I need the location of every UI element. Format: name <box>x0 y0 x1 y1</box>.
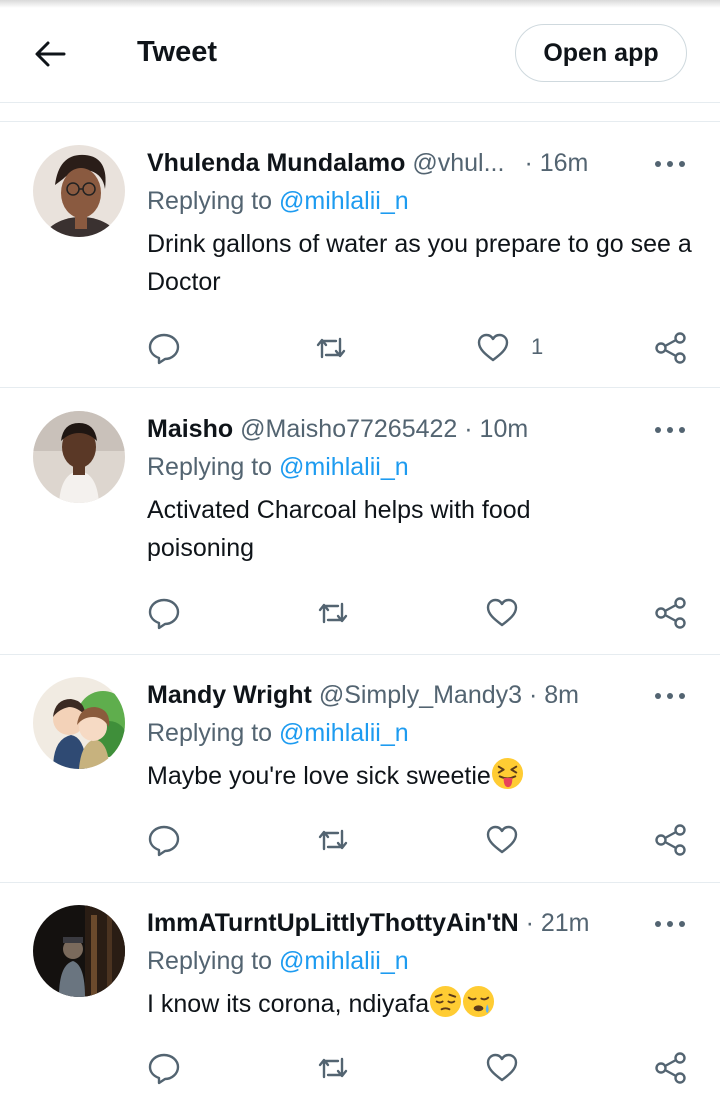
sleepy-face-emoji-icon <box>463 985 495 1018</box>
avatar[interactable] <box>33 677 125 769</box>
tweet-text: I know its corona, ndiyafa <box>147 990 430 1018</box>
back-arrow-icon[interactable] <box>30 38 70 70</box>
tweet-author-line: Mandy Wright @Simply_Mandy3 · 8m <box>147 677 579 713</box>
replying-to-handle[interactable]: @mihlalii_n <box>279 187 409 215</box>
more-icon[interactable] <box>654 159 686 169</box>
replying-to: Replying to @mihlalii_n <box>147 187 409 216</box>
author-handle[interactable]: @Simply_Mandy3 <box>319 681 522 710</box>
author-handle[interactable]: @Maisho77265422 <box>240 415 457 444</box>
tweet-time[interactable]: · 10m <box>457 415 528 444</box>
avatar[interactable] <box>33 145 125 237</box>
tweet-author-line: ImmATurntUpLittlyThottyAin'tN · 21m <box>147 905 589 941</box>
replying-to-prefix: Replying to <box>147 947 280 975</box>
divider <box>0 121 720 122</box>
author-handle[interactable]: @vhul... <box>412 149 504 178</box>
author-name[interactable]: Mandy Wright <box>147 681 312 710</box>
squinting-tongue-emoji-icon <box>491 757 523 790</box>
share-icon[interactable] <box>654 596 688 630</box>
tweet-text: Activated Charcoal helps with food poiso… <box>147 496 531 562</box>
more-icon[interactable] <box>654 691 686 701</box>
replying-to-prefix: Replying to <box>147 719 280 747</box>
like-count: 1 <box>531 334 544 359</box>
author-name[interactable]: Maisho <box>147 415 233 444</box>
more-icon[interactable] <box>654 919 686 929</box>
retweet-icon[interactable] <box>314 331 348 365</box>
author-name[interactable]: ImmATurntUpLittlyThottyAin'tN <box>147 909 519 938</box>
avatar[interactable] <box>33 411 125 503</box>
heart-icon[interactable] <box>476 331 510 365</box>
share-icon[interactable] <box>654 1051 688 1085</box>
avatar[interactable] <box>33 905 125 997</box>
author-name[interactable]: Vhulenda Mundalamo <box>147 149 405 178</box>
reply-icon[interactable] <box>147 1051 181 1085</box>
tweet-author-line: Vhulenda Mundalamo @vhul... · 16m <box>147 145 588 181</box>
pensive-face-emoji-icon <box>430 985 462 1018</box>
replying-to-handle[interactable]: @mihlalii_n <box>279 947 409 975</box>
tweet-text-line: Maybe you're love sick sweetie <box>147 757 697 795</box>
reply-icon[interactable] <box>147 823 181 857</box>
replying-to: Replying to @mihlalii_n <box>147 453 409 482</box>
replying-to-handle[interactable]: @mihlalii_n <box>279 453 409 481</box>
retweet-icon[interactable] <box>316 596 350 630</box>
open-app-button[interactable]: Open app <box>515 24 687 82</box>
replying-to-handle[interactable]: @mihlalii_n <box>279 719 409 747</box>
replying-to-prefix: Replying to <box>147 453 280 481</box>
tweet-text: Maybe you're love sick sweetie <box>147 762 491 790</box>
tweet-time[interactable]: · 8m <box>522 681 579 710</box>
tweet-text-line: I know its corona, ndiyafa <box>147 985 697 1023</box>
heart-icon[interactable] <box>485 823 519 857</box>
page-title: Tweet <box>137 36 218 68</box>
divider <box>0 102 720 103</box>
replying-to: Replying to @mihlalii_n <box>147 719 409 748</box>
heart-icon[interactable] <box>485 596 519 630</box>
divider <box>0 882 720 883</box>
replying-to: Replying to @mihlalii_n <box>147 947 409 976</box>
tweet-time[interactable]: · 21m <box>519 909 590 938</box>
retweet-icon[interactable] <box>316 1051 350 1085</box>
divider <box>0 654 720 655</box>
tweet-text: Drink gallons of water as you prepare to… <box>147 230 692 296</box>
more-icon[interactable] <box>654 425 686 435</box>
top-shade <box>0 0 720 8</box>
heart-icon[interactable] <box>485 1051 519 1085</box>
tweet-author-line: Maisho @Maisho77265422 · 10m <box>147 411 528 447</box>
reply-icon[interactable] <box>147 596 181 630</box>
tweet-time[interactable]: · 16m <box>524 149 588 178</box>
divider <box>0 387 720 388</box>
retweet-icon[interactable] <box>316 823 350 857</box>
reply-icon[interactable] <box>147 331 181 365</box>
share-icon[interactable] <box>654 823 688 857</box>
header: Tweet Open app <box>0 8 720 102</box>
share-icon[interactable] <box>654 331 688 365</box>
replying-to-prefix: Replying to <box>147 187 280 215</box>
